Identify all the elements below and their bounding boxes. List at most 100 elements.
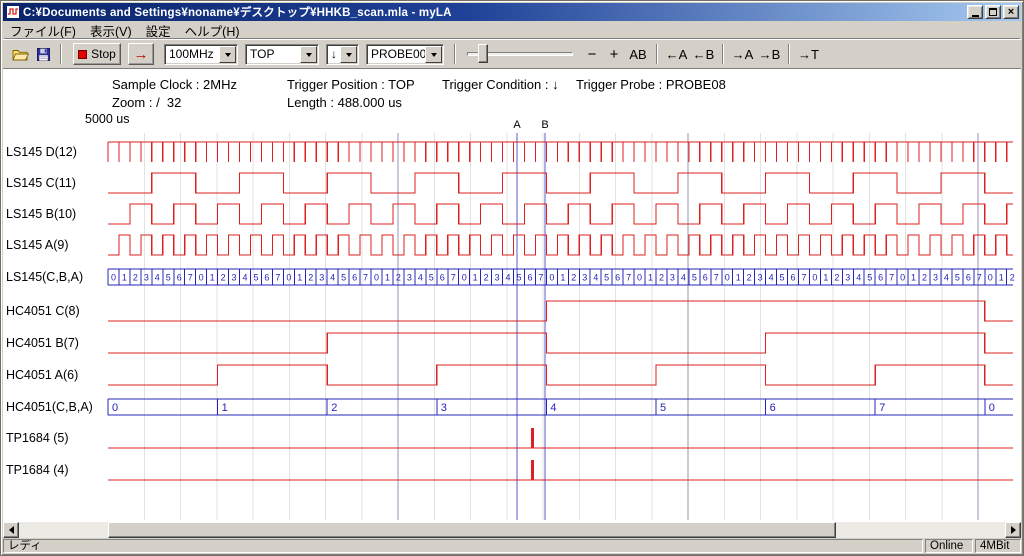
chevron-down-icon[interactable] xyxy=(340,46,357,63)
toolbar-separator xyxy=(454,44,456,64)
svg-text:4: 4 xyxy=(856,273,861,283)
svg-text:6: 6 xyxy=(440,273,445,283)
svg-text:1: 1 xyxy=(473,273,478,283)
toolbar: Stop → 100MHz TOP ↓ PROBE00 − + AB ←A xyxy=(3,39,1021,68)
svg-text:0: 0 xyxy=(112,402,118,414)
zoom-out-button[interactable]: − xyxy=(581,43,603,65)
close-button[interactable]: × xyxy=(1003,5,1019,19)
channel-row: HC4051 B(7) xyxy=(6,333,1013,353)
svg-text:6: 6 xyxy=(790,273,795,283)
svg-text:5: 5 xyxy=(253,273,258,283)
scroll-left-button[interactable] xyxy=(3,522,19,538)
svg-text:6: 6 xyxy=(878,273,883,283)
arrow-left-icon xyxy=(5,526,14,534)
svg-text:3: 3 xyxy=(582,273,587,283)
channel-label: HC4051 B(7) xyxy=(6,336,79,350)
svg-text:1: 1 xyxy=(297,273,302,283)
svg-text:3: 3 xyxy=(933,273,938,283)
svg-text:1: 1 xyxy=(648,273,653,283)
svg-text:6: 6 xyxy=(177,273,182,283)
channel-row: LS145 B(10) xyxy=(6,204,1013,224)
channel-row: TP1684 (5) xyxy=(6,428,1013,448)
trigger-position-info: Trigger Position : TOP xyxy=(287,77,415,92)
maximize-button[interactable] xyxy=(985,5,1001,19)
trigger-edge-value: ↓ xyxy=(327,47,340,61)
svg-text:1: 1 xyxy=(222,402,228,414)
zoom-slider[interactable] xyxy=(467,42,573,66)
svg-text:6: 6 xyxy=(770,402,776,414)
stop-button[interactable]: Stop xyxy=(73,43,121,65)
trigger-position-value: TOP xyxy=(246,47,300,61)
chevron-down-icon[interactable] xyxy=(425,46,442,63)
menu-help[interactable]: ヘルプ(H) xyxy=(178,20,247,41)
menu-settings[interactable]: 設定 xyxy=(139,20,178,41)
probe-select[interactable]: PROBE00 xyxy=(366,44,444,65)
svg-text:3: 3 xyxy=(319,273,324,283)
sample-clock-select[interactable]: 100MHz xyxy=(164,44,238,65)
svg-text:4: 4 xyxy=(681,273,686,283)
channel-row: HC4051(C,B,A)012345670 xyxy=(6,399,1013,415)
svg-text:B: B xyxy=(541,119,548,131)
svg-text:0: 0 xyxy=(111,273,116,283)
ab-button[interactable]: AB xyxy=(625,43,651,65)
svg-text:5: 5 xyxy=(692,273,697,283)
chevron-down-icon[interactable] xyxy=(219,46,236,63)
svg-text:7: 7 xyxy=(363,273,368,283)
svg-text:7: 7 xyxy=(977,273,982,283)
channel-label: LS145 A(9) xyxy=(6,238,69,252)
svg-text:1: 1 xyxy=(122,273,127,283)
menu-view[interactable]: 表示(V) xyxy=(83,20,139,41)
trigger-position-select[interactable]: TOP xyxy=(245,44,319,65)
svg-text:5: 5 xyxy=(955,273,960,283)
run-button[interactable]: → xyxy=(128,43,154,65)
svg-text:7: 7 xyxy=(626,273,631,283)
floppy-icon xyxy=(36,47,51,62)
channel-label: HC4051 A(6) xyxy=(6,368,78,382)
svg-text:2: 2 xyxy=(922,273,927,283)
svg-text:4: 4 xyxy=(155,273,160,283)
waveform-display[interactable]: ABLS145 D(12)LS145 C(11)LS145 B(10)LS145… xyxy=(3,110,1021,522)
menu-bar: ファイル(F) 表示(V) 設定 ヘルプ(H) xyxy=(3,21,1021,39)
marker-a[interactable]: A xyxy=(513,119,521,520)
svg-text:1: 1 xyxy=(911,273,916,283)
svg-text:2: 2 xyxy=(396,273,401,283)
goto-a-next-button[interactable]: →A xyxy=(729,43,756,65)
svg-text:3: 3 xyxy=(441,402,447,414)
save-button[interactable] xyxy=(32,43,55,65)
toolbar-separator xyxy=(656,44,658,64)
svg-text:1: 1 xyxy=(210,273,215,283)
arrow-right-icon xyxy=(1011,526,1020,534)
goto-a-prev-button[interactable]: ←A xyxy=(663,43,690,65)
svg-text:4: 4 xyxy=(330,273,335,283)
scrollbar-thumb[interactable] xyxy=(108,522,836,538)
svg-text:5: 5 xyxy=(166,273,171,283)
goto-trigger-button[interactable]: →T xyxy=(795,43,822,65)
slider-thumb[interactable] xyxy=(478,44,488,63)
svg-text:4: 4 xyxy=(242,273,247,283)
chevron-down-icon[interactable] xyxy=(300,46,317,63)
title-bar[interactable]: C:¥Documents and Settings¥noname¥デスクトップ¥… xyxy=(3,3,1021,21)
minimize-button[interactable] xyxy=(967,5,983,19)
svg-text:5: 5 xyxy=(516,273,521,283)
goto-b-prev-button[interactable]: ←B xyxy=(690,43,717,65)
marker-b[interactable]: B xyxy=(541,119,548,520)
zoom-in-button[interactable]: + xyxy=(603,43,625,65)
svg-text:0: 0 xyxy=(462,273,467,283)
goto-b-next-button[interactable]: →B xyxy=(756,43,783,65)
menu-file[interactable]: ファイル(F) xyxy=(3,20,83,41)
svg-text:5: 5 xyxy=(604,273,609,283)
open-button[interactable] xyxy=(9,43,32,65)
trigger-edge-select[interactable]: ↓ xyxy=(326,44,359,65)
svg-text:1: 1 xyxy=(999,273,1004,283)
svg-text:7: 7 xyxy=(889,273,894,283)
svg-text:3: 3 xyxy=(845,273,850,283)
svg-text:7: 7 xyxy=(451,273,456,283)
channel-label: TP1684 (4) xyxy=(6,463,69,477)
channel-row: LS145 A(9) xyxy=(6,235,1013,255)
trigger-condition-info: Trigger Condition : ↓ xyxy=(442,77,559,92)
maximize-icon xyxy=(989,8,997,16)
svg-text:1: 1 xyxy=(560,273,565,283)
scroll-right-button[interactable] xyxy=(1005,522,1021,538)
svg-text:2: 2 xyxy=(133,273,138,283)
horizontal-scrollbar[interactable] xyxy=(3,522,1021,538)
